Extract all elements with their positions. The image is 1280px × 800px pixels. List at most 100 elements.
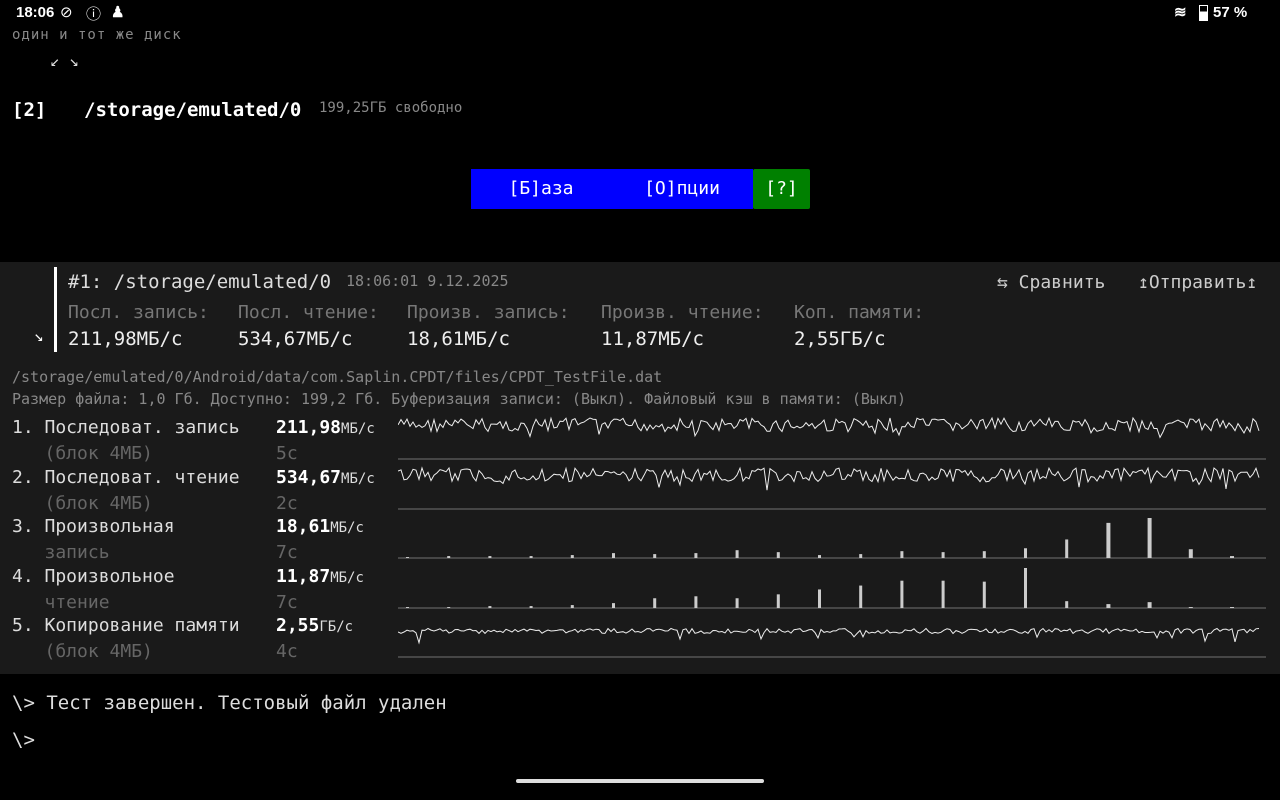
test-name: 2. Последоват. чтение (12, 466, 240, 488)
chart-bar (900, 551, 904, 559)
chart-bar (612, 602, 615, 608)
summary-label: Посл. чтение: (238, 302, 379, 323)
test-value: 11,87МБ/с (276, 565, 364, 587)
chart-bar (570, 555, 574, 559)
chart-bar (1188, 606, 1193, 608)
chart-bar (1106, 523, 1111, 559)
chart-bar (1106, 603, 1111, 608)
test-subtitle: чтение (12, 591, 110, 613)
test-subtitle: (блок 4МБ) (12, 443, 153, 464)
test-value: 211,98МБ/с (276, 417, 375, 438)
chart-bar (488, 605, 492, 608)
chart-bar (1147, 601, 1152, 608)
summary-value: 211,98МБ/с (68, 328, 183, 350)
summary-label: Произв. запись: (407, 302, 570, 323)
chart-bar (1230, 556, 1234, 559)
chart-bar (488, 556, 492, 559)
chart-bar (982, 551, 986, 559)
test-time: 7с (276, 591, 298, 613)
test-chart (398, 518, 1266, 559)
chart-bar (982, 581, 986, 608)
chart-bar (776, 552, 780, 559)
chart-bar (653, 598, 657, 608)
chart-bar (900, 580, 904, 608)
summary-value: 2,55ГБ/с (794, 328, 886, 350)
chart-bar (941, 580, 945, 608)
summary-value: 18,61МБ/с (407, 328, 510, 350)
test-subtitle: (блок 4МБ) (12, 641, 153, 663)
chart-bar (1065, 539, 1069, 559)
drive-index[interactable]: [2] (12, 99, 46, 121)
wifi-icon: ≋ (1174, 4, 1187, 21)
summary-value: 534,67МБ/с (238, 328, 353, 350)
chart-bar (818, 555, 821, 559)
test-value: 18,61МБ/с (276, 516, 364, 538)
test-name: 5. Копирование памяти (12, 615, 240, 637)
test-time: 2с (276, 492, 298, 514)
same-disk-label: один и тот же диск (12, 27, 182, 43)
test-name: 3. Произвольная (12, 516, 175, 538)
collapse-icon[interactable]: ↘ (34, 326, 44, 345)
chart-bar (406, 557, 409, 559)
help-button[interactable]: [?] (753, 169, 810, 209)
chart-bar (1024, 567, 1027, 608)
incognito-icon: ♟ (111, 4, 125, 21)
test-chart (398, 465, 1266, 510)
summary-label: Коп. памяти: (794, 302, 925, 323)
chart-bar (612, 553, 615, 559)
options-button[interactable]: [О]пции (611, 169, 753, 209)
chart-bar (1188, 549, 1193, 559)
chart-bar (529, 556, 533, 559)
chart-bar (1147, 518, 1152, 559)
chart-line (398, 465, 1260, 490)
chart-bar (447, 556, 451, 559)
chart-bar (406, 606, 409, 608)
test-time: 5с (276, 443, 298, 464)
chart-bar (570, 604, 574, 608)
chart-bar (529, 605, 533, 608)
file-path: /storage/emulated/0/Android/data/com.Sap… (12, 368, 663, 386)
result-title: #1: /storage/emulated/0 (68, 271, 332, 293)
battery-icon (1199, 5, 1208, 21)
file-info: Размер файла: 1,0 Гб. Доступно: 199,2 Гб… (12, 390, 907, 408)
send-button[interactable]: ↥Отправить↥ (1138, 272, 1257, 293)
test-name: 1. Последоват. запись (12, 417, 240, 438)
chart-bar (694, 553, 698, 559)
summary-label: Посл. запись: (68, 302, 209, 323)
result-panel: ↘ #1: /storage/emulated/0 18:06:01 9.12.… (0, 262, 1280, 674)
test-time: 4с (276, 641, 298, 663)
summary-label: Произв. чтение: (601, 302, 764, 323)
home-indicator[interactable] (516, 779, 764, 783)
console-line: \> Тест завершен. Тестовый файл удален (12, 692, 447, 714)
chart-bar (447, 606, 451, 608)
chart-bar (694, 596, 698, 608)
chart-bar (1065, 600, 1069, 608)
result-timestamp: 18:06:01 9.12.2025 (346, 272, 509, 290)
test-chart (398, 567, 1266, 609)
console-prompt[interactable]: \> (12, 729, 35, 751)
arrows-icon: ↙ ↘ (50, 51, 79, 70)
chart-bar (1230, 606, 1234, 608)
test-value: 2,55ГБ/с (276, 615, 354, 637)
drive-path[interactable]: /storage/emulated/0 (84, 99, 301, 121)
chart-bar (1024, 548, 1027, 559)
summary-value: 11,87МБ/с (601, 328, 704, 350)
check-circle-icon: ⊘ (60, 4, 73, 21)
chart-bar (859, 585, 863, 608)
drive-free: 199,25ГБ свободно (319, 100, 463, 116)
test-chart (398, 628, 1266, 659)
compare-button[interactable]: ⇆ Сравнить (997, 272, 1105, 293)
chart-line (398, 416, 1260, 439)
test-name: 4. Произвольное (12, 565, 175, 587)
test-value: 534,67МБ/с (276, 466, 375, 488)
test-chart (398, 416, 1266, 460)
result-marker (54, 267, 57, 352)
chart-bar (776, 594, 780, 608)
base-button[interactable]: [Б]аза (471, 169, 611, 209)
chart-bar (818, 589, 821, 608)
test-subtitle: запись (12, 542, 110, 564)
clock: 18:06 (16, 4, 55, 21)
info-icon: ⓘ (86, 6, 102, 23)
chart-bar (735, 550, 739, 559)
battery-level: 57 % (1213, 4, 1248, 21)
